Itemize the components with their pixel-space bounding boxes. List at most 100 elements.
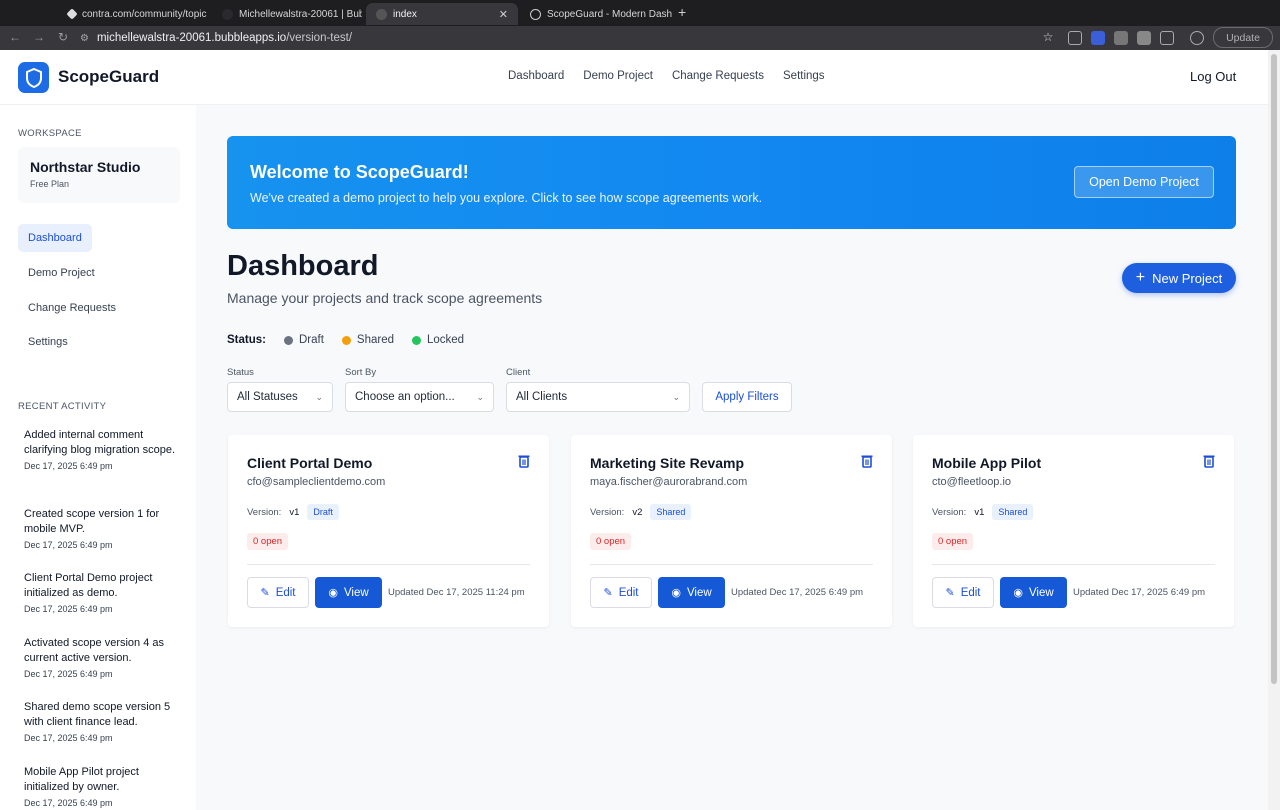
trash-icon[interactable]: [861, 454, 873, 468]
back-icon[interactable]: ←: [7, 29, 23, 45]
page-title: Dashboard: [227, 250, 379, 282]
sidebar-item-dashboard[interactable]: Dashboard: [18, 224, 92, 252]
activity-time: Dec 17, 2025 6:49 pm: [24, 669, 113, 679]
client-email: maya.fischer@aurorabrand.com: [590, 476, 748, 488]
profile-icon[interactable]: [1190, 31, 1204, 45]
scrollbar-thumb[interactable]: [1271, 54, 1277, 684]
activity-time: Dec 17, 2025 6:49 pm: [24, 461, 113, 471]
activity-item: Shared demo scope version 5 with client …: [24, 700, 180, 743]
activity-time: Dec 17, 2025 6:49 pm: [24, 798, 113, 808]
forward-icon[interactable]: →: [31, 29, 47, 45]
close-tab-icon[interactable]: ✕: [499, 8, 508, 21]
nav-demo-project[interactable]: Demo Project: [583, 70, 653, 82]
workspace-plan: Free Plan: [30, 179, 70, 189]
address-bar[interactable]: ⚙ michellewalstra-20061.bubbleapps.io/ve…: [80, 28, 1060, 48]
eye-icon: ◉: [1013, 587, 1023, 599]
shield-logo-icon[interactable]: [18, 62, 49, 93]
sidebar-item-demo-project[interactable]: Demo Project: [18, 259, 105, 287]
pencil-icon: ✎: [945, 587, 955, 599]
browser-tab[interactable]: Michellewalstra-20061 | Bub: [212, 3, 362, 25]
chevron-down-icon: ⌄: [672, 391, 680, 402]
activity-item: Mobile App Pilot project initialized by …: [24, 765, 180, 808]
card-divider: [590, 564, 873, 565]
extension-icon[interactable]: [1137, 31, 1151, 45]
client-email: cto@fleetloop.io: [932, 476, 1012, 488]
view-button[interactable]: ◉ View: [658, 577, 725, 608]
edit-label: Edit: [618, 586, 639, 599]
top-nav: Dashboard Demo Project Change Requests S…: [508, 70, 825, 82]
pencil-icon: ✎: [603, 587, 613, 599]
nav-settings[interactable]: Settings: [783, 70, 825, 82]
logout-link[interactable]: Log Out: [1190, 69, 1236, 84]
bookmark-star-icon[interactable]: ☆: [1040, 29, 1056, 45]
legend-label: Shared: [356, 334, 394, 346]
project-name: Client Portal Demo: [247, 455, 373, 471]
page-scrollbar[interactable]: [1268, 50, 1280, 810]
browser-tab-bar: contra.com/community/topic Michellewalst…: [0, 0, 1280, 26]
activity-time: Dec 17, 2025 6:49 pm: [24, 733, 113, 743]
project-name: Mobile App Pilot: [932, 455, 1042, 471]
site-info-icon[interactable]: ⚙: [80, 33, 89, 44]
project-card: Marketing Site Revamp maya.fischer@auror…: [571, 435, 892, 627]
pencil-icon: ✎: [260, 587, 270, 599]
new-tab-icon[interactable]: +: [678, 4, 686, 20]
edit-button[interactable]: ✎ Edit: [590, 577, 652, 608]
client-filter-select[interactable]: All Clients ⌄: [506, 382, 690, 412]
sidebar-item-settings[interactable]: Settings: [18, 328, 78, 356]
browser-tab[interactable]: contra.com/community/topic: [58, 3, 208, 25]
sort-by-select[interactable]: Choose an option... ⌄: [345, 382, 494, 412]
page-subtitle: Manage your projects and track scope agr…: [227, 290, 543, 306]
puzzle-icon[interactable]: [1160, 31, 1174, 45]
trash-icon[interactable]: [518, 454, 530, 468]
reload-icon[interactable]: ↻: [55, 29, 71, 45]
browser-tab-active[interactable]: index ✕: [366, 3, 518, 25]
nav-change-requests[interactable]: Change Requests: [672, 70, 764, 82]
view-button[interactable]: ◉ View: [1000, 577, 1067, 608]
client-filter-value: All Clients: [516, 391, 568, 403]
status-badge: Draft: [307, 504, 339, 520]
page-favicon-icon: [376, 8, 387, 20]
view-label: View: [1028, 586, 1054, 599]
browser-tab[interactable]: ScopeGuard - Modern Dashb: [520, 3, 672, 25]
status-filter-label: Status: [227, 367, 254, 378]
sort-by-label: Sort By: [345, 367, 377, 378]
edit-button[interactable]: ✎ Edit: [932, 577, 994, 608]
trash-icon[interactable]: [1203, 454, 1215, 468]
new-project-label: New Project: [1152, 270, 1223, 286]
app-header: ScopeGuard Dashboard Demo Project Change…: [0, 50, 1268, 105]
activity-time: Dec 17, 2025 6:49 pm: [24, 540, 113, 550]
extension-icon[interactable]: [1068, 31, 1082, 45]
project-card: Mobile App Pilot cto@fleetloop.io Versio…: [913, 435, 1234, 627]
new-project-button[interactable]: + New Project: [1122, 263, 1236, 293]
legend-shared: Shared: [341, 334, 394, 346]
activity-text: Created scope version 1 for mobile MVP.: [24, 508, 160, 535]
status-filter-select[interactable]: All Statuses ⌄: [227, 382, 333, 412]
workspace-label: WORKSPACE: [18, 128, 82, 139]
status-badge: Shared: [650, 504, 692, 520]
tab-title: index: [393, 8, 417, 20]
open-demo-project-button[interactable]: Open Demo Project: [1074, 166, 1214, 198]
version-label: Version:: [590, 506, 625, 518]
workspace-card[interactable]: Northstar Studio Free Plan: [18, 147, 180, 203]
nav-dashboard[interactable]: Dashboard: [508, 70, 564, 82]
version-row: Version: v1 Draft: [247, 504, 339, 520]
banner-title: Welcome to ScopeGuard!: [250, 162, 469, 182]
activity-item: Added internal comment clarifying blog m…: [24, 428, 180, 471]
tab-title: Michellewalstra-20061 | Bub: [239, 8, 362, 20]
card-divider: [932, 564, 1215, 565]
tab-title: ScopeGuard - Modern Dashb: [547, 8, 672, 20]
workspace-name: Northstar Studio: [30, 159, 141, 175]
activity-item: Created scope version 1 for mobile MVP. …: [24, 507, 180, 550]
url-path: /version-test/: [286, 32, 353, 44]
brand-name[interactable]: ScopeGuard: [58, 67, 159, 87]
apply-filters-button[interactable]: Apply Filters: [702, 382, 792, 412]
update-button[interactable]: Update: [1213, 27, 1273, 48]
view-button[interactable]: ◉ View: [315, 577, 382, 608]
camera-icon[interactable]: [1114, 31, 1128, 45]
sidebar-item-change-requests[interactable]: Change Requests: [18, 294, 126, 322]
edit-button[interactable]: ✎ Edit: [247, 577, 309, 608]
status-filter-value: All Statuses: [237, 391, 298, 403]
bitwarden-icon[interactable]: [1091, 31, 1105, 45]
activity-text: Activated scope version 4 as current act…: [24, 637, 165, 664]
version-row: Version: v1 Shared: [932, 504, 1034, 520]
